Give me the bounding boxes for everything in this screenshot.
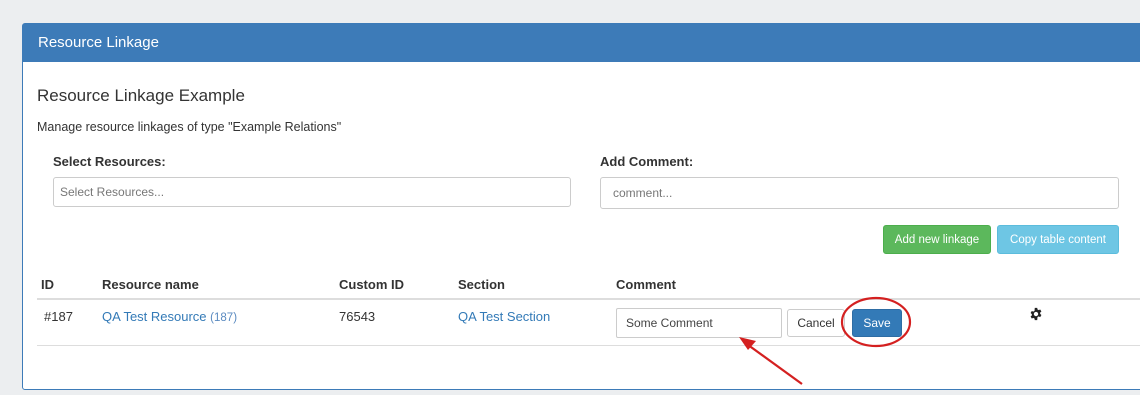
header-id[interactable]: ID <box>41 277 54 292</box>
row-custom-id: 76543 <box>339 309 376 324</box>
save-button[interactable]: Save <box>852 309 902 337</box>
table-row-divider <box>37 345 1140 346</box>
header-section[interactable]: Section <box>458 277 505 292</box>
row-comment-input[interactable]: Some Comment <box>616 308 782 338</box>
row-id: #187 <box>44 309 73 324</box>
page: Resource Linkage Resource Linkage Exampl… <box>0 0 1140 395</box>
add-new-linkage-button[interactable]: Add new linkage <box>883 225 991 254</box>
select-resources-label: Select Resources: <box>53 154 166 169</box>
resource-name[interactable]: QA Test Resource <box>102 309 207 324</box>
select-resources-input[interactable]: Select Resources... <box>53 177 571 207</box>
page-subtitle: Resource Linkage Example <box>37 86 245 105</box>
add-comment-label: Add Comment: <box>600 154 694 169</box>
gear-icon[interactable] <box>1029 307 1043 321</box>
resource-linkage-panel: Resource Linkage Resource Linkage Exampl… <box>22 23 1140 390</box>
header-comment[interactable]: Comment <box>616 277 676 292</box>
table-header-divider <box>37 298 1140 300</box>
resource-name-link[interactable]: QA Test Resource (187) <box>102 309 237 324</box>
header-custom-id[interactable]: Custom ID <box>339 277 404 292</box>
page-description: Manage resource linkages of type "Exampl… <box>37 120 342 134</box>
header-resource-name[interactable]: Resource name <box>102 277 199 292</box>
cancel-button[interactable]: Cancel <box>787 309 845 337</box>
panel-title: Resource Linkage <box>23 24 1140 62</box>
resource-sub-id: (187) <box>210 312 238 324</box>
add-comment-input[interactable]: comment... <box>600 177 1119 209</box>
copy-table-content-button[interactable]: Copy table content <box>997 225 1119 254</box>
section-link[interactable]: QA Test Section <box>458 309 550 324</box>
